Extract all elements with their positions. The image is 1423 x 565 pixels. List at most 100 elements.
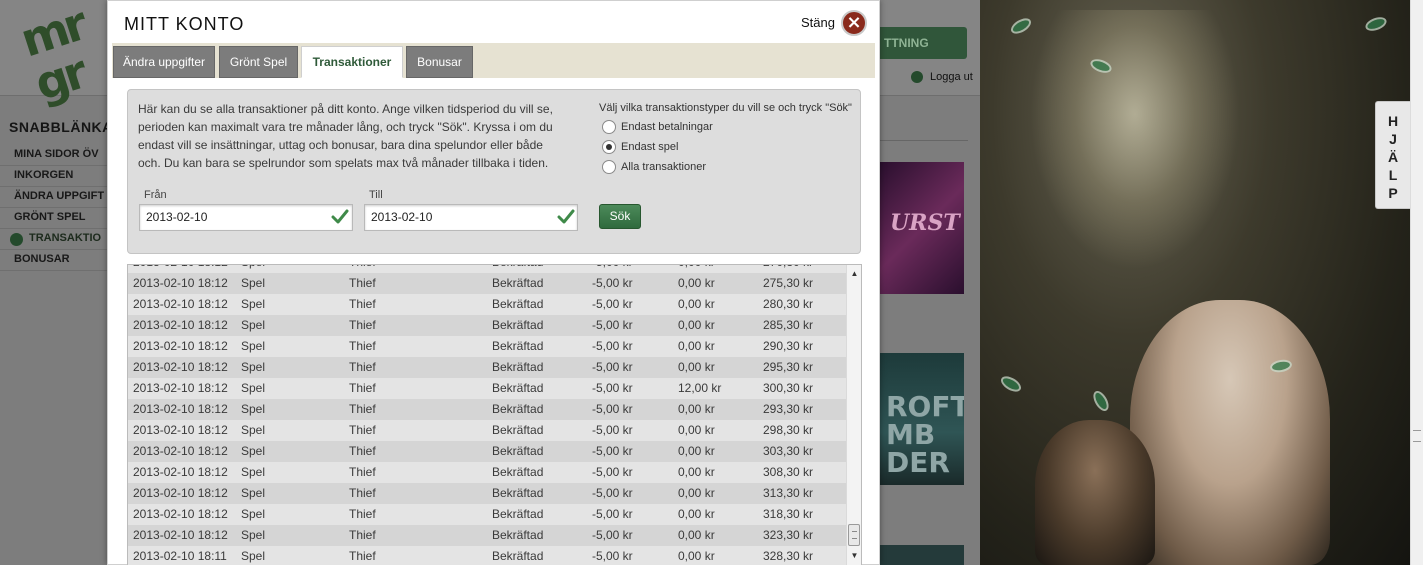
- txn-status: Bekräftad: [492, 339, 544, 353]
- to-date-input[interactable]: 2013-02-10: [364, 204, 578, 231]
- txn-balance: 270,30 kr: [763, 265, 813, 269]
- modal-title: MITT KONTO: [124, 14, 245, 34]
- game-tile[interactable]: [880, 545, 964, 565]
- txn-balance: 295,30 kr: [763, 360, 814, 374]
- radio-alla-transaktioner[interactable]: Alla transaktioner: [602, 160, 706, 174]
- quicklink-item[interactable]: INKORGEN: [0, 166, 110, 187]
- txn-win: 0,00 kr: [678, 297, 715, 311]
- quicklink-item[interactable]: ÄNDRA UPPGIFT: [0, 187, 110, 208]
- account-modal: MITT KONTO Stäng × Ändra uppgifter Grönt…: [107, 0, 880, 565]
- close-icon[interactable]: ×: [841, 10, 867, 36]
- txn-amount: -5,00 kr: [592, 528, 633, 542]
- logout-icon[interactable]: [911, 71, 923, 83]
- table-row: 2013-02-10 18:12 Spel Thief Bekräftad -5,00 …: [128, 525, 846, 546]
- logout-link[interactable]: Logga ut: [930, 71, 973, 83]
- txn-balance: 280,30 kr: [763, 297, 814, 311]
- table-scrollbar[interactable]: ▲ ▼: [846, 265, 861, 565]
- quicklink-item[interactable]: GRÖNT SPEL: [0, 208, 110, 229]
- txn-balance: 318,30 kr: [763, 507, 814, 521]
- radio-endast-spel[interactable]: Endast spel: [602, 140, 678, 154]
- header-cta-button[interactable]: TTNING: [872, 27, 967, 59]
- txn-game: Thief: [349, 265, 376, 269]
- table-row: 2013-02-10 18:12 Spel Thief Bekräftad -5,00 …: [128, 420, 846, 441]
- scroll-down-arrow-icon[interactable]: ▼: [847, 549, 861, 563]
- txn-type: Spel: [241, 339, 266, 353]
- quicklink-item[interactable]: TRANSAKTIO: [0, 229, 110, 250]
- table-row: 2013-02-10 18:12 Spel Thief Bekräftad -5,00 …: [128, 265, 846, 273]
- tab-bar: Ändra uppgifter Grönt Spel Transaktioner…: [112, 43, 875, 78]
- radio-button[interactable]: [602, 160, 616, 174]
- scroll-up-arrow-icon[interactable]: ▲: [847, 267, 861, 281]
- info-text: Här kan du se alla transaktioner på ditt…: [138, 102, 553, 170]
- txn-win: 0,00 kr: [678, 549, 715, 563]
- transaction-type-title: Välj vilka transaktionstyper du vill se …: [599, 102, 852, 114]
- txn-game: Thief: [349, 339, 376, 353]
- txn-status: Bekräftad: [492, 318, 544, 332]
- scrollbar-thumb[interactable]: [848, 524, 860, 546]
- table-row: 2013-02-10 18:11 Spel Thief Bekräftad -5,00 …: [128, 546, 846, 565]
- help-tab[interactable]: H J Ä L P: [1375, 101, 1410, 209]
- quicklink-item[interactable]: MINA SIDOR ÖV: [0, 145, 110, 166]
- txn-amount: -5,00 kr: [592, 276, 633, 290]
- radio-endast-betalningar[interactable]: Endast betalningar: [602, 120, 713, 134]
- tab-gront-spel[interactable]: Grönt Spel: [219, 46, 298, 78]
- txn-type: Spel: [241, 528, 266, 542]
- masked-man-image: [1035, 420, 1155, 565]
- txn-date: 2013-02-10 18:12: [133, 381, 228, 395]
- txn-date: 2013-02-10 18:12: [133, 339, 228, 353]
- table-row: 2013-02-10 18:12 Spel Thief Bekräftad -5,00 …: [128, 357, 846, 378]
- txn-game: Thief: [349, 381, 376, 395]
- txn-amount: -5,00 kr: [592, 549, 633, 563]
- from-label: Från: [144, 189, 167, 201]
- page-scrollbar-thumb[interactable]: [1413, 430, 1421, 442]
- txn-status: Bekräftad: [492, 423, 544, 437]
- close-label[interactable]: Stäng: [801, 15, 835, 30]
- table-row: 2013-02-10 18:12 Spel Thief Bekräftad -5,00 …: [128, 504, 846, 525]
- txn-win: 0,00 kr: [678, 360, 715, 374]
- game-tile-tomb-raider[interactable]: ROFT MB DER: [880, 353, 964, 485]
- txn-type: Spel: [241, 402, 266, 416]
- txn-win: 0,00 kr: [678, 423, 715, 437]
- help-letter: P: [1388, 185, 1398, 201]
- quicklink-item[interactable]: BONUSAR: [0, 250, 110, 271]
- txn-win: 0,00 kr: [678, 486, 715, 500]
- txn-balance: 275,30 kr: [763, 276, 814, 290]
- table-row: 2013-02-10 18:12 Spel Thief Bekräftad -5,00 …: [128, 441, 846, 462]
- txn-status: Bekräftad: [492, 528, 544, 542]
- radio-button-selected[interactable]: [602, 140, 616, 154]
- txn-date: 2013-02-10 18:12: [133, 444, 228, 458]
- radio-button[interactable]: [602, 120, 616, 134]
- txn-amount: -5,00 kr: [592, 265, 633, 269]
- txn-balance: 290,30 kr: [763, 339, 814, 353]
- table-row: 2013-02-10 18:12 Spel Thief Bekräftad -5,00 …: [128, 378, 846, 399]
- site-logo[interactable]: mr gr: [14, 0, 103, 111]
- quicklinks-title: SNABBLÄNKA: [9, 119, 113, 135]
- txn-amount: -5,00 kr: [592, 297, 633, 311]
- from-date-input[interactable]: 2013-02-10: [139, 204, 353, 231]
- tab-bonusar[interactable]: Bonusar: [406, 46, 473, 78]
- txn-win: 12,00 kr: [678, 381, 722, 395]
- txn-type: Spel: [241, 486, 266, 500]
- txn-amount: -5,00 kr: [592, 339, 633, 353]
- help-letter: J: [1389, 131, 1397, 147]
- txn-amount: -5,00 kr: [592, 381, 633, 395]
- tab-andra-uppgifter[interactable]: Ändra uppgifter: [113, 46, 215, 78]
- txn-game: Thief: [349, 402, 376, 416]
- txn-date: 2013-02-10 18:12: [133, 528, 228, 542]
- table-row: 2013-02-10 18:12 Spel Thief Bekräftad -5,00 …: [128, 462, 846, 483]
- txn-type: Spel: [241, 444, 266, 458]
- txn-win: 0,00 kr: [678, 318, 715, 332]
- txn-amount: -5,00 kr: [592, 486, 633, 500]
- txn-type: Spel: [241, 465, 266, 479]
- txn-amount: -5,00 kr: [592, 423, 633, 437]
- tab-transaktioner[interactable]: Transaktioner: [301, 46, 403, 78]
- chandelier-image: [1030, 10, 1240, 270]
- txn-type: Spel: [241, 265, 265, 269]
- page-scrollbar[interactable]: [1410, 0, 1423, 565]
- game-tile-starburst[interactable]: URST: [880, 162, 964, 294]
- txn-date: 2013-02-10 18:12: [133, 402, 228, 416]
- txn-date: 2013-02-10 18:12: [133, 360, 228, 374]
- txn-balance: 303,30 kr: [763, 444, 814, 458]
- txn-game: Thief: [349, 318, 376, 332]
- search-button[interactable]: Sök: [599, 204, 641, 229]
